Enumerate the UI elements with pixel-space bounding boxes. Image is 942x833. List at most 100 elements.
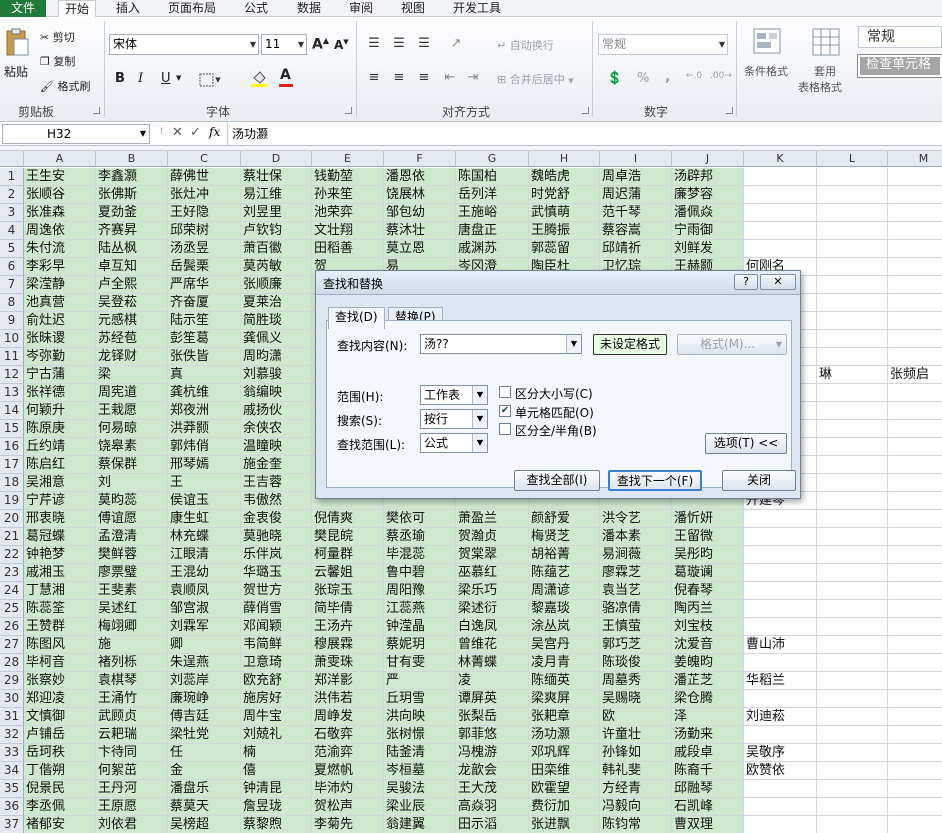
cell[interactable]: 陈蕊筌	[24, 600, 96, 618]
cell[interactable]: 陆示笙	[168, 312, 241, 330]
cell[interactable]	[888, 726, 942, 744]
format-painter-button[interactable]: 🖌 格式刷	[40, 78, 90, 94]
currency-icon[interactable]: 💲	[602, 68, 628, 88]
cell[interactable]: 江眼清	[168, 546, 241, 564]
cell[interactable]: 葛璇谰	[672, 564, 744, 582]
cell[interactable]: 龙歆会	[456, 762, 529, 780]
cell[interactable]	[888, 672, 942, 690]
cell[interactable]: 邱融琴	[672, 780, 744, 798]
format-as-table-label-2[interactable]: 表格格式	[798, 79, 842, 95]
fill-color-button[interactable]	[244, 69, 274, 89]
cell[interactable]: 周宪道	[96, 384, 168, 402]
cell[interactable]: 陈琰俊	[600, 654, 672, 672]
match-byte-label[interactable]: 区分全/半角(B)	[515, 422, 597, 439]
cell[interactable]	[817, 384, 888, 402]
cell[interactable]: 吴赐晓	[600, 690, 672, 708]
cell[interactable]: 张频启	[888, 366, 942, 384]
cell[interactable]: 刘霖军	[168, 618, 241, 636]
cell[interactable]: 饶皋素	[96, 438, 168, 456]
cell[interactable]	[888, 186, 942, 204]
cell[interactable]: 梁滢静	[24, 276, 96, 294]
cell[interactable]: 梁仓腾	[672, 690, 744, 708]
cell[interactable]: 周峥发	[312, 708, 384, 726]
cell[interactable]: 蔡容嵩	[600, 222, 672, 240]
cell[interactable]	[817, 528, 888, 546]
cell[interactable]: 王腾振	[529, 222, 600, 240]
cell[interactable]: 郑夜洲	[168, 402, 241, 420]
style-normal[interactable]: 常规	[858, 26, 942, 48]
cell[interactable]	[888, 330, 942, 348]
cell[interactable]	[888, 654, 942, 672]
row-header[interactable]: 9	[0, 312, 24, 330]
cell[interactable]: 贺松声	[312, 798, 384, 816]
row-header[interactable]: 15	[0, 420, 24, 438]
tab-developer[interactable]: 开发工具	[447, 0, 507, 17]
cell[interactable]: 吴榜超	[168, 816, 241, 833]
cell[interactable]	[888, 510, 942, 528]
cell[interactable]: 元感棋	[96, 312, 168, 330]
column-header[interactable]: G	[456, 151, 529, 167]
cell[interactable]: 陈国柏	[456, 168, 529, 186]
cell[interactable]: 田示滔	[456, 816, 529, 833]
cell[interactable]: 康生虹	[168, 510, 241, 528]
row-header[interactable]: 7	[0, 276, 24, 294]
cell[interactable]: 琳	[817, 366, 888, 384]
cell[interactable]: 韦简鲜	[241, 636, 312, 654]
cell[interactable]: 王原愿	[96, 798, 168, 816]
cell[interactable]: 施房好	[241, 690, 312, 708]
cell[interactable]: 僖	[241, 762, 312, 780]
cell[interactable]	[817, 474, 888, 492]
font-launcher-icon[interactable]	[345, 107, 352, 114]
cell[interactable]: 云耙瑞	[96, 726, 168, 744]
cell[interactable]: 宁芹谚	[24, 492, 96, 510]
cell[interactable]: 梁	[96, 366, 168, 384]
cell[interactable]: 袁当艺	[600, 582, 672, 600]
cell[interactable]: 莫驰晓	[241, 528, 312, 546]
chevron-down-icon[interactable]: ▼	[176, 74, 181, 82]
cell[interactable]: 王混幼	[168, 564, 241, 582]
match-entire-cell-label[interactable]: 单元格匹配(O)	[515, 404, 594, 421]
conditional-format-button[interactable]	[750, 25, 786, 59]
cell[interactable]: 王留微	[672, 528, 744, 546]
cell[interactable]: 张佚皆	[168, 348, 241, 366]
cell[interactable]: 朱付流	[24, 240, 96, 258]
row-header[interactable]: 23	[0, 564, 24, 582]
row-header[interactable]: 19	[0, 492, 24, 510]
cell[interactable]: 潘恩依	[384, 168, 456, 186]
cell[interactable]	[888, 780, 942, 798]
cell[interactable]	[888, 474, 942, 492]
row-header[interactable]: 36	[0, 798, 24, 816]
clipboard-launcher-icon[interactable]	[93, 107, 100, 114]
cell[interactable]: 翁编映	[241, 384, 312, 402]
cell[interactable]: 孙锋如	[600, 744, 672, 762]
cell[interactable]: 苏经苞	[96, 330, 168, 348]
tab-data[interactable]: 数据	[291, 0, 327, 17]
cell[interactable]: 夏莱治	[241, 294, 312, 312]
cell[interactable]	[744, 222, 817, 240]
tab-insert[interactable]: 插入	[110, 0, 146, 17]
tab-find[interactable]: 查找(D)	[328, 307, 385, 329]
cell[interactable]	[888, 708, 942, 726]
cell[interactable]: 华璐玉	[241, 564, 312, 582]
cell[interactable]: 贺棠翠	[456, 546, 529, 564]
tab-file[interactable]: 文件	[0, 0, 46, 17]
cell[interactable]: 沈爱音	[672, 636, 744, 654]
cell[interactable]: 方经青	[600, 780, 672, 798]
cell[interactable]	[817, 312, 888, 330]
cell[interactable]: 张察妙	[24, 672, 96, 690]
cell[interactable]	[744, 564, 817, 582]
cell[interactable]: 刘蕊岸	[168, 672, 241, 690]
cell[interactable]: 武顾贞	[96, 708, 168, 726]
increase-indent-icon[interactable]: ⇥	[463, 69, 483, 85]
cell[interactable]: 戚段卓	[672, 744, 744, 762]
cell[interactable]	[888, 816, 942, 833]
cell[interactable]: 宁雨御	[672, 222, 744, 240]
column-header[interactable]: L	[817, 151, 888, 167]
row-header[interactable]: 13	[0, 384, 24, 402]
cell[interactable]: 颜舒爱	[529, 510, 600, 528]
cell[interactable]: 邓巩辉	[529, 744, 600, 762]
cell[interactable]: 张耙章	[529, 708, 600, 726]
cell[interactable]: 吴彤昀	[672, 546, 744, 564]
cell[interactable]: 何易晾	[96, 420, 168, 438]
cell[interactable]	[744, 510, 817, 528]
